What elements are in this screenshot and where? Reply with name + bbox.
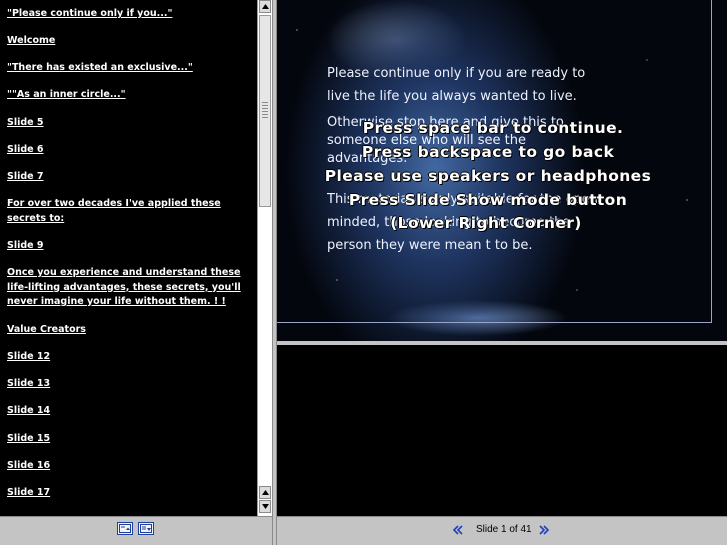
outline-item[interactable]: Slide 13 <box>7 377 243 392</box>
arrow-down-icon <box>261 504 269 509</box>
grip-icon <box>262 102 268 118</box>
overlay-instruction: Please use speakers or headphones <box>324 167 652 185</box>
expand-outline-icon <box>140 524 152 533</box>
outline-toolbar <box>0 516 272 545</box>
outline-item[interactable]: Slide 7 <box>7 170 243 185</box>
outline-link[interactable]: Slide 16 <box>7 460 50 471</box>
outline-link[interactable]: "There has existed an exclusive..." <box>7 62 193 73</box>
outline-link[interactable]: Slide 14 <box>7 405 50 416</box>
outline-item[interactable]: For over two decades I've applied these … <box>7 197 243 226</box>
outline-item[interactable]: "There has existed an exclusive..." <box>7 61 243 76</box>
outline-item[interactable]: Slide 6 <box>7 143 243 158</box>
outline-link[interactable]: Slide 5 <box>7 117 44 128</box>
double-chevron-right-icon <box>539 525 550 535</box>
outline-item[interactable]: Slide 9 <box>7 239 243 254</box>
outline-scrollbar[interactable] <box>257 0 272 516</box>
outline-link[interactable]: Slide 9 <box>7 240 44 251</box>
expand-outline-button[interactable] <box>138 522 154 535</box>
outline-link[interactable]: Slide 12 <box>7 351 50 362</box>
outline-pane: "Please continue only if you..." Welcome… <box>0 0 257 516</box>
scroll-thumb[interactable] <box>259 15 271 207</box>
outline-item[interactable]: Slide 12 <box>7 350 243 365</box>
scroll-up-button-lower[interactable] <box>259 486 271 499</box>
overlay-instruction: Press Slide Show mode button <box>348 191 628 209</box>
arrow-up-icon <box>261 4 269 9</box>
outline-link[interactable]: ""As an inner circle..." <box>7 89 126 100</box>
collapse-outline-icon <box>119 524 131 533</box>
arrow-up-icon <box>261 490 269 495</box>
outline-link[interactable]: Slide 6 <box>7 144 44 155</box>
outline-link[interactable]: Welcome <box>7 35 55 46</box>
scroll-down-button[interactable] <box>259 500 271 513</box>
outline-item[interactable]: ""As an inner circle..." <box>7 88 243 103</box>
outline-link[interactable]: For over two decades I've applied these … <box>7 198 221 224</box>
outline-item[interactable]: Slide 5 <box>7 116 243 131</box>
scroll-up-button[interactable] <box>259 0 271 13</box>
previous-slide-button[interactable] <box>451 523 465 537</box>
outline-item[interactable]: Slide 15 <box>7 432 243 447</box>
overlay-instruction: Press space bar to continue. <box>362 119 624 137</box>
outline-link[interactable]: Slide 7 <box>7 171 44 182</box>
slide-view[interactable]: Please continue only if you are ready to… <box>277 0 727 341</box>
outline-item[interactable]: Slide 16 <box>7 459 243 474</box>
double-chevron-left-icon <box>452 525 463 535</box>
slide-paragraph: Please continue only if you are ready to… <box>327 66 586 104</box>
outline-link[interactable]: Slide 15 <box>7 433 50 444</box>
outline-link[interactable]: Slide 17 <box>7 487 50 498</box>
outline-link[interactable]: Once you experience and understand these… <box>7 267 241 307</box>
outline-link[interactable]: Slide 13 <box>7 378 50 389</box>
overlay-instruction: Press backspace to go back <box>361 143 615 161</box>
outline-item[interactable]: Slide 17 <box>7 486 243 501</box>
notes-pane <box>277 341 727 516</box>
outline-link[interactable]: "Please continue only if you..." <box>7 8 172 19</box>
overlay-instruction: (Lower Right Corner) <box>390 214 582 232</box>
outline-item[interactable]: Once you experience and understand these… <box>7 266 243 310</box>
outline-link[interactable]: Value Creators <box>7 324 86 335</box>
collapse-outline-button[interactable] <box>117 522 133 535</box>
outline-item[interactable]: "Please continue only if you..." <box>7 7 243 22</box>
next-slide-button[interactable] <box>537 523 551 537</box>
outline-item[interactable]: Slide 14 <box>7 404 243 419</box>
outline-item[interactable]: Welcome <box>7 34 243 49</box>
slide-navigation-bar: Slide 1 of 41 <box>277 516 727 545</box>
outline-item[interactable]: Value Creators <box>7 323 243 338</box>
slide-counter: Slide 1 of 41 <box>476 524 532 535</box>
